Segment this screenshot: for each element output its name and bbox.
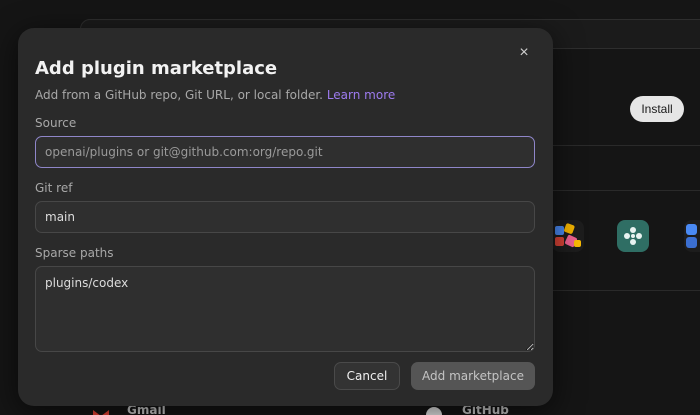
background-divider — [552, 290, 700, 291]
app-teal-icon[interactable] — [617, 220, 649, 252]
app-colorful-icon[interactable] — [552, 220, 584, 252]
github-icon — [425, 406, 443, 415]
sparse-paths-label: Sparse paths — [35, 246, 114, 260]
add-marketplace-dialog: × Add plugin marketplace Add from a GitH… — [18, 28, 553, 406]
app-blue-icon[interactable] — [684, 220, 700, 252]
cancel-button[interactable]: Cancel — [334, 362, 400, 390]
gmail-icon — [92, 406, 110, 415]
source-label: Source — [35, 116, 77, 130]
background-install-button[interactable]: Install — [630, 96, 684, 122]
subtitle-text: Add from a GitHub repo, Git URL, or loca… — [35, 88, 323, 102]
background-divider — [552, 190, 700, 191]
background-divider — [552, 145, 700, 146]
close-icon[interactable]: × — [515, 44, 533, 62]
sparse-paths-textarea[interactable]: plugins/codex — [35, 266, 535, 352]
git-ref-input[interactable] — [35, 201, 535, 233]
learn-more-link[interactable]: Learn more — [327, 88, 395, 102]
dialog-title: Add plugin marketplace — [35, 58, 278, 79]
git-ref-label: Git ref — [35, 181, 73, 195]
source-input[interactable] — [35, 136, 535, 168]
add-marketplace-button[interactable]: Add marketplace — [411, 362, 535, 390]
dialog-subtitle: Add from a GitHub repo, Git URL, or loca… — [35, 88, 395, 102]
